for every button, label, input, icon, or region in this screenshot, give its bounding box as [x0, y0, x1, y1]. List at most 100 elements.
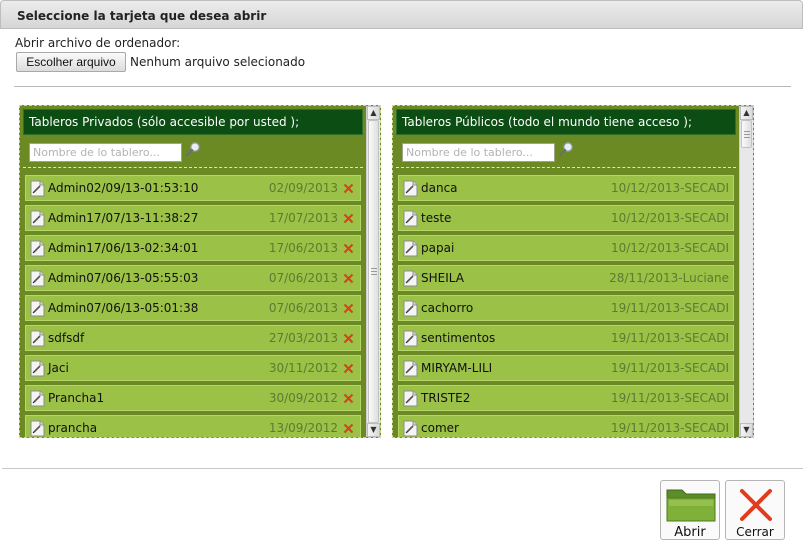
board-date: 07/06/2013: [268, 271, 338, 285]
panel-separator: [396, 167, 736, 168]
document-icon: [30, 300, 45, 317]
board-date: 19/11/2013-SECADI: [610, 301, 729, 315]
list-item[interactable]: papai 10/12/2013-SECADI: [398, 235, 734, 261]
board-date: 19/11/2013-SECADI: [610, 421, 729, 435]
list-item[interactable]: Admin17/06/13-02:34:01 17/06/2013: [25, 235, 361, 261]
board-name: Jaci: [48, 361, 69, 375]
open-button-label: Abrir: [674, 525, 706, 540]
delete-x-icon[interactable]: [343, 303, 354, 314]
board-date: 17/07/2013: [268, 211, 338, 225]
grip-line: [371, 268, 377, 269]
board-name: comer: [421, 421, 459, 435]
list-item[interactable]: teste 10/12/2013-SECADI: [398, 205, 734, 231]
document-icon: [30, 390, 45, 407]
board-date: 30/11/2012: [268, 361, 338, 375]
document-icon: [30, 240, 45, 257]
document-icon: [403, 240, 418, 257]
document-icon: [30, 420, 45, 437]
list-item[interactable]: prancha 13/09/2012: [25, 415, 361, 437]
delete-x-icon[interactable]: [343, 333, 354, 344]
document-icon: [30, 330, 45, 347]
list-item[interactable]: MIRYAM-LILI 19/11/2013-SECADI: [398, 355, 734, 381]
board-name: Prancha1: [48, 391, 105, 405]
board-date: 30/09/2012: [268, 391, 338, 405]
board-name: cachorro: [421, 301, 474, 315]
scroll-thumb[interactable]: [368, 120, 379, 423]
divider-top: [14, 86, 791, 87]
document-icon: [403, 390, 418, 407]
file-status-text: Nenhum arquivo selecionado: [130, 55, 306, 69]
board-name: teste: [421, 211, 452, 225]
delete-x-icon[interactable]: [343, 363, 354, 374]
delete-x-icon[interactable]: [343, 393, 354, 404]
board-date: 07/06/2013: [268, 301, 338, 315]
list-item[interactable]: Admin17/07/13-11:38:27 17/07/2013: [25, 205, 361, 231]
list-item[interactable]: Jaci 30/11/2012: [25, 355, 361, 381]
document-icon: [403, 300, 418, 317]
public-boards-header: Tableros Públicos (todo el mundo tiene a…: [396, 109, 736, 135]
delete-x-icon[interactable]: [343, 423, 354, 434]
board-name: Admin17/07/13-11:38:27: [48, 211, 199, 225]
delete-x-icon[interactable]: [343, 183, 354, 194]
close-button[interactable]: Cerrar: [725, 480, 785, 540]
scroll-down-button[interactable]: ▼: [740, 423, 753, 437]
document-icon: [30, 270, 45, 287]
private-scrollbar[interactable]: ▲ ▼: [366, 106, 380, 437]
list-item[interactable]: comer 19/11/2013-SECADI: [398, 415, 734, 437]
board-date: 19/11/2013-SECADI: [610, 391, 729, 405]
list-item[interactable]: danca 10/12/2013-SECADI: [398, 175, 734, 201]
divider-bottom: [2, 468, 803, 469]
board-name: prancha: [48, 421, 98, 435]
board-date: 27/03/2013: [268, 331, 338, 345]
magnifier-icon[interactable]: [185, 141, 201, 157]
grip-line: [744, 131, 750, 132]
document-icon: [30, 180, 45, 197]
board-date: 17/06/2013: [268, 241, 338, 255]
document-icon: [403, 330, 418, 347]
scroll-up-button[interactable]: ▲: [740, 106, 753, 120]
list-item[interactable]: Prancha1 30/09/2012: [25, 385, 361, 411]
delete-x-icon[interactable]: [343, 213, 354, 224]
document-icon: [403, 210, 418, 227]
magnifier-icon[interactable]: [558, 141, 574, 157]
scroll-thumb[interactable]: [741, 120, 752, 148]
dialog-title: Seleccione la tarjeta que desea abrir: [17, 9, 267, 23]
list-item[interactable]: SHEILA 28/11/2013-Luciane: [398, 265, 734, 291]
scroll-down-button[interactable]: ▼: [367, 423, 380, 437]
folder-icon: [666, 489, 716, 522]
board-name: TRISTE2: [421, 391, 471, 405]
board-date: 19/11/2013-SECADI: [610, 361, 729, 375]
list-item[interactable]: TRISTE2 19/11/2013-SECADI: [398, 385, 734, 411]
public-search-input[interactable]: [402, 143, 555, 162]
list-item[interactable]: Admin07/06/13-05:55:03 07/06/2013: [25, 265, 361, 291]
private-boards-list: Admin02/09/13-01:53:10 02/09/2013 Admin17/…: [25, 175, 361, 437]
private-boards-header: Tableros Privados (sólo accesible por us…: [23, 109, 363, 135]
private-search-input[interactable]: [29, 143, 182, 162]
board-date: 10/12/2013-SECADI: [610, 241, 729, 255]
list-item[interactable]: cachorro 19/11/2013-SECADI: [398, 295, 734, 321]
list-item[interactable]: sdfsdf 27/03/2013: [25, 325, 361, 351]
delete-x-icon[interactable]: [343, 243, 354, 254]
panel-separator: [23, 167, 363, 168]
document-icon: [403, 360, 418, 377]
list-item[interactable]: Admin02/09/13-01:53:10 02/09/2013: [25, 175, 361, 201]
board-name: Admin07/06/13-05:55:03: [48, 271, 199, 285]
board-name: danca: [421, 181, 458, 195]
choose-file-button[interactable]: Escolher arquivo: [16, 52, 126, 72]
scroll-up-button[interactable]: ▲: [367, 106, 380, 120]
list-item[interactable]: sentimentos 19/11/2013-SECADI: [398, 325, 734, 351]
document-icon: [403, 180, 418, 197]
public-scrollbar[interactable]: ▲ ▼: [739, 106, 753, 437]
board-name: Admin07/06/13-05:01:38: [48, 301, 199, 315]
grip-line: [744, 137, 750, 138]
list-item[interactable]: Admin07/06/13-05:01:38 07/06/2013: [25, 295, 361, 321]
delete-x-icon[interactable]: [343, 273, 354, 284]
open-button[interactable]: Abrir: [660, 480, 720, 540]
document-icon: [403, 270, 418, 287]
board-name: papai: [421, 241, 455, 255]
board-name: Admin02/09/13-01:53:10: [48, 181, 199, 195]
grip-line: [371, 271, 377, 272]
close-button-label: Cerrar: [736, 525, 774, 539]
dialog-titlebar: Seleccione la tarjeta que desea abrir: [0, 0, 803, 29]
close-x-icon: [740, 489, 772, 521]
